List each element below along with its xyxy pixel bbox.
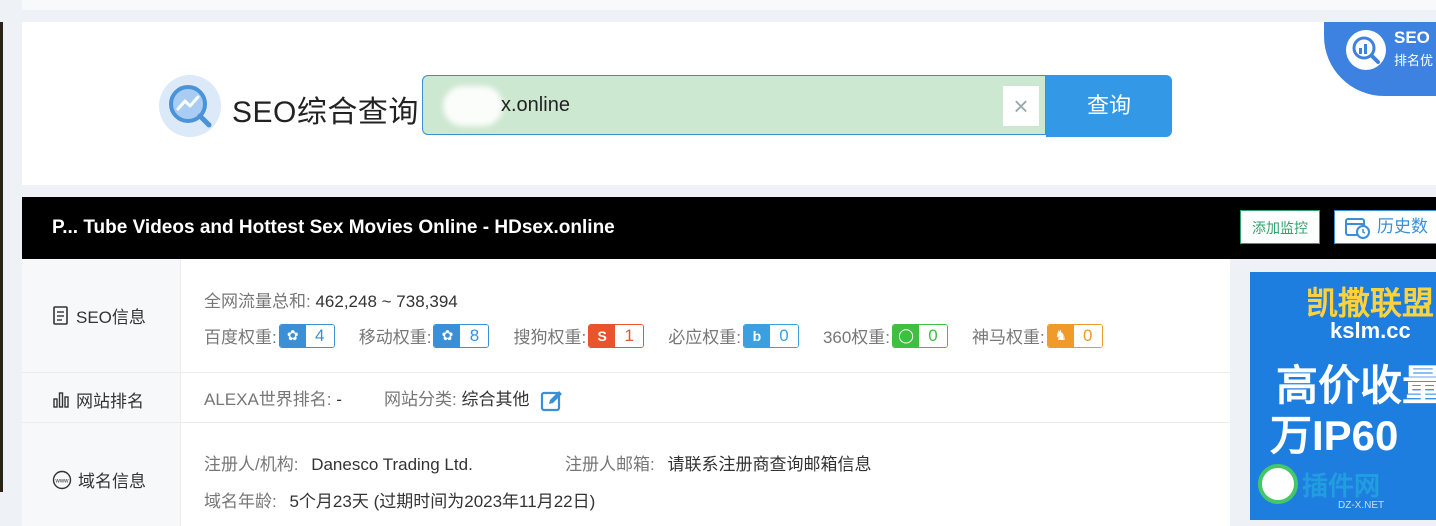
page-title: SEO综合查询 [232,96,419,129]
row-divider [22,422,1230,423]
expiry-date: (过期时间为2023年11月22日) [373,492,596,511]
alexa-value: - [336,390,342,409]
seo-info-header: SEO信息 [22,259,181,372]
svg-text:www: www [55,478,70,484]
redacted-text [443,86,503,126]
watermark-text: 插件网 [1302,471,1381,501]
site-title: P... Tube Videos and Hottest Sex Movies … [52,217,615,238]
clear-icon[interactable]: × [1003,86,1039,126]
weight-badge: S 1 [588,323,645,348]
domain-age: 域名年龄: 5个月23天 (过期时间为2023年11月22日) [204,487,595,512]
weight-badge: ✿ 8 [433,323,490,348]
alexa-rank: ALEXA世界排名: - [204,385,342,410]
age-label: 域名年龄: [204,492,277,511]
category-label: 网站分类: [384,390,457,409]
site-category: 网站分类: 综合其他 [384,385,564,413]
registrant-label: 注册人/机构: [204,455,299,474]
weight-value: 4 [305,324,334,347]
seo-promo-badge[interactable]: SEO 排名优 [1324,22,1436,96]
search-card: SEO综合查询 × 查询 SEO 排名优 [22,22,1436,185]
weight-value: 8 [460,324,489,347]
weight-value: 1 [615,324,644,347]
registrant-value: Danesco Trading Ltd. [311,455,473,474]
shenma-icon: ♞ [1047,324,1074,347]
domain-label: 域名信息 [78,472,146,491]
weight-badge: ✿ 4 [278,323,335,348]
calendar-clock-icon [1345,218,1370,239]
seo-badge-icon [1346,30,1386,70]
paw-icon: ✿ [279,324,306,347]
email-value: 请联系注册商查询邮箱信息 [667,455,872,474]
seo-info-label: SEO信息 [76,308,146,327]
traffic-value: 462,248 ~ 738,394 [315,292,458,311]
sogou-icon: S [589,324,616,347]
rank-header: 网站排名 [22,373,181,422]
weight-shenma[interactable]: 神马权重: ♞ 0 [972,323,1103,348]
bing-icon: b [743,324,770,347]
ad-line2: kslm.cc [1330,318,1411,343]
weight-sogou[interactable]: 搜狗权重: S 1 [513,323,645,348]
history-data-label: 历史数 [1377,217,1428,236]
ad-banner[interactable]: 凯撒联盟 kslm.cc 高价收量 万IP60 插件网 DZ-X.NET [1250,272,1436,520]
promo-line1: SEO [1394,28,1430,47]
category-value: 综合其他 [461,390,530,409]
360-icon: ◯ [893,324,920,347]
registrant-email: 注册人邮箱: 请联系注册商查询邮箱信息 [565,450,871,475]
weight-label: 移动权重: [358,328,432,347]
weight-value: 0 [919,324,948,347]
watermark-logo-icon [1258,464,1298,504]
edit-icon[interactable] [540,389,564,413]
weight-label: 必应权重: [668,328,741,347]
row-divider [22,372,1230,373]
weight-label: 搜狗权重: [513,328,587,347]
domain-search-input[interactable] [501,93,921,117]
promo-line2: 排名优 [1394,53,1434,68]
weight-label: 360权重: [822,328,891,347]
email-label: 注册人邮箱: [565,455,655,474]
alexa-label: ALEXA世界排名: [204,390,332,409]
traffic-total: 全网流量总和: 462,248 ~ 738,394 [204,287,458,312]
seo-analysis-icon [159,75,221,137]
left-edge-strip [0,22,3,492]
weight-bing[interactable]: 必应权重: b 0 [668,323,799,348]
registrant: 注册人/机构: Danesco Trading Ltd. [204,450,473,475]
domain-header: www 域名信息 [22,423,181,526]
document-icon [53,305,68,325]
www-icon: www [52,470,72,489]
query-button[interactable]: 查询 [1046,75,1172,137]
weight-label: 百度权重: [204,328,277,347]
bar-chart-icon [53,391,69,408]
rank-label: 网站排名 [76,392,144,411]
weights-row: 百度权重: ✿ 4 移动权重: ✿ 8 搜狗权重: S 1 必应权重: b 0 [204,323,1127,348]
age-value: 5个月23天 [289,492,369,511]
weight-baidu[interactable]: 百度权重: ✿ 4 [204,323,335,348]
ad-line4: 万IP60 [1270,412,1399,459]
weight-label: 神马权重: [972,328,1045,347]
site-title-bar: P... Tube Videos and Hottest Sex Movies … [22,197,1436,259]
weight-mobile[interactable]: 移动权重: ✿ 8 [359,323,490,348]
history-data-button[interactable]: 历史数 [1334,210,1436,244]
traffic-label: 全网流量总和: [204,292,311,311]
weight-value: 0 [1073,324,1102,347]
weight-value: 0 [769,324,798,347]
add-monitor-button[interactable]: 添加监控 [1240,210,1320,244]
watermark-sub: DZ-X.NET [1338,500,1385,511]
weight-badge: ♞ 0 [1046,323,1103,348]
top-strip [22,0,1436,10]
info-table: SEO信息 全网流量总和: 462,248 ~ 738,394 百度权重: ✿ … [22,259,1230,526]
paw-icon: ✿ [434,324,461,347]
watermark: 插件网 DZ-X.NET [1250,464,1436,520]
search-box[interactable]: × [422,75,1046,135]
weight-360[interactable]: 360权重: ◯ 0 [822,323,949,348]
weight-badge: ◯ 0 [892,323,949,348]
weight-badge: b 0 [742,323,799,348]
